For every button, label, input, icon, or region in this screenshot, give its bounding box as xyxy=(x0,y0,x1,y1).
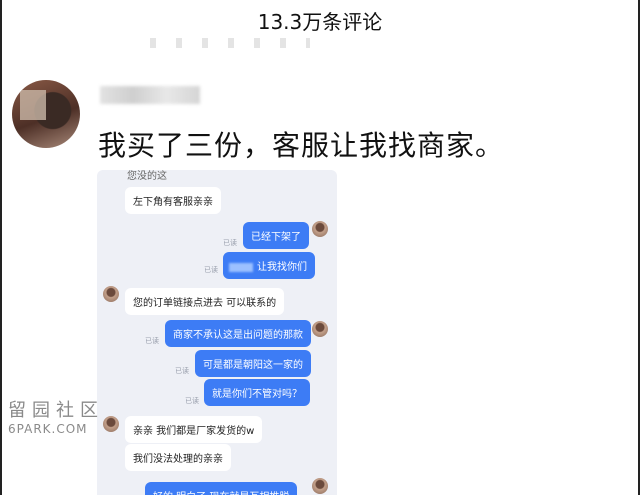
my-avatar-icon xyxy=(312,321,328,337)
my-avatar-icon xyxy=(312,221,328,237)
chat-bubble-right: 商家不承认这是出问题的那款 xyxy=(165,320,311,347)
chat-bubble-right: 已经下架了 xyxy=(243,222,309,249)
comment-count-title: 13.3万条评论 xyxy=(257,10,383,34)
watermark-english: 6PARK.COM xyxy=(8,422,88,436)
watermark-chinese: 留园社区 xyxy=(8,400,104,421)
blurred-username[interactable] xyxy=(100,86,200,104)
site-watermark: 留园社区 6PARK.COM xyxy=(8,396,104,436)
read-status: 已读 xyxy=(185,397,199,405)
my-avatar-icon xyxy=(312,478,328,494)
chat-cut-off-text: 您没的这 xyxy=(127,171,167,182)
chat-bubble-left: 您的订单链接点进去 可以联系的 xyxy=(125,288,285,315)
avatar-window-detail xyxy=(20,90,46,120)
chat-bubble-right: 就是你们不管对吗？ xyxy=(204,379,310,406)
chat-bubble-left: 左下角有客服亲亲 xyxy=(125,187,221,214)
chat-bubble-right: 让我找你们 xyxy=(223,252,315,279)
chat-bubble-right: 可是都是朝阳这一家的 xyxy=(195,350,311,377)
chat-bubble-left: 我们没法处理的亲亲 xyxy=(125,444,231,471)
comment-text: 我买了三份，客服让我找商家。 xyxy=(98,129,505,162)
chat-bubble-text: 让我找你们 xyxy=(257,262,307,273)
read-status: 已读 xyxy=(223,239,237,247)
blurred-name xyxy=(229,262,253,272)
read-status: 已读 xyxy=(145,337,159,345)
service-avatar-icon xyxy=(103,286,119,302)
read-status: 已读 xyxy=(175,367,189,375)
user-avatar[interactable] xyxy=(12,80,80,148)
blurred-subtitle xyxy=(150,38,310,48)
chat-bubble-left: 亲亲 我们都是厂家发货的w xyxy=(125,416,263,443)
service-avatar-icon xyxy=(103,416,119,432)
chat-screenshot: 您没的这 左下角有客服亲亲 已读 已经下架了 已读 让我找你们 您的订单链接点进… xyxy=(97,170,337,495)
read-status: 已读 xyxy=(204,266,218,274)
chat-bubble-right: 好的 明白了 现在就是互相推脱 xyxy=(145,482,298,495)
